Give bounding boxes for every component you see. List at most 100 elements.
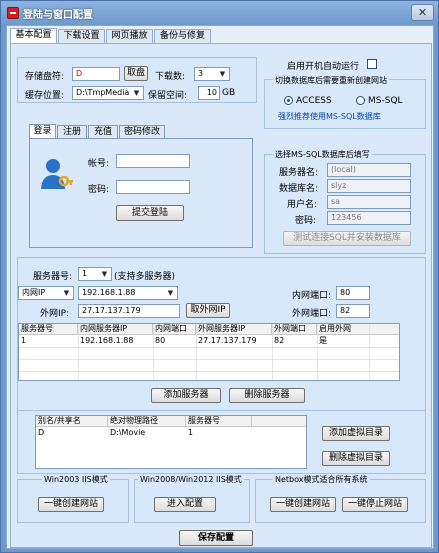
win2003-title: Win2003 IIS模式 <box>42 474 110 485</box>
extranet-ip-input[interactable]: 27.17.137.179 <box>78 304 180 318</box>
user-key-icon <box>40 157 74 193</box>
reserve-label: 保留空间: <box>148 91 188 101</box>
reserve-input[interactable]: 10 <box>198 86 220 100</box>
chevron-down-icon: ▼ <box>167 289 174 297</box>
table-cell[interactable]: 80 <box>153 335 196 346</box>
intranet-type-value: 内网IP <box>22 288 46 297</box>
vdir-table[interactable]: 别名/共享名 绝对物理路径 服务器号 D D:\Movie 1 <box>35 415 307 469</box>
tab-web-playback[interactable]: 网页播放 <box>106 29 153 43</box>
cache-select[interactable]: D:\TmpMedia ▼ <box>72 86 144 100</box>
recommend-mssql-link[interactable]: 强烈推荐使用MS-SQL数据库 <box>278 111 381 122</box>
download-count-value: 3 <box>198 69 204 78</box>
col-header[interactable]: 服务器号 <box>186 416 252 427</box>
access-radio[interactable] <box>284 96 293 105</box>
password-input[interactable] <box>116 180 190 194</box>
tab-download-settings[interactable]: 下载设置 <box>58 29 105 43</box>
mssql-radio[interactable] <box>356 96 365 105</box>
db-user-input[interactable]: sa <box>327 195 411 209</box>
reserve-unit: GB <box>222 88 236 98</box>
drive-button[interactable]: 取盘 <box>124 66 148 81</box>
extranet-port-label: 外网端口: <box>292 309 332 319</box>
netbox-stop-site-button[interactable]: 一键停止网站 <box>342 497 408 512</box>
table-cell[interactable]: 是 <box>317 335 369 346</box>
win2008-config-button[interactable]: 进入配置 <box>154 497 216 512</box>
col-header[interactable]: 外网服务器IP <box>196 324 272 335</box>
intranet-ip-select[interactable]: 192.168.1.88 ▼ <box>78 286 178 300</box>
table-cell[interactable]: 82 <box>272 335 317 346</box>
win2008-group: 进入配置 <box>134 479 250 523</box>
download-count-label: 下载数: <box>155 72 186 82</box>
netbox-create-site-button[interactable]: 一键创建网站 <box>270 497 336 512</box>
tab-panel-basic: 存储盘符: D 取盘 下载数: 3 ▼ 缓存位置: D:\TmpMedia ▼ … <box>10 43 432 548</box>
server-no-value: 1 <box>82 269 88 278</box>
win2003-group: 一键创建网站 <box>17 479 129 523</box>
chevron-down-icon: ▼ <box>101 270 108 278</box>
table-cell[interactable]: 27.17.137.179 <box>196 335 272 346</box>
intranet-port-input[interactable]: 80 <box>336 286 370 300</box>
account-label: 帐号: <box>88 159 110 169</box>
drive-input[interactable]: D <box>72 67 120 81</box>
config-window: 登陆与窗口配置 ✕ 基本配置 下载设置 网页播放 备份与修复 存储盘符: D 取… <box>0 0 439 553</box>
tab-backup-repair[interactable]: 备份与修复 <box>154 29 211 43</box>
col-header[interactable]: 内网服务器IP <box>78 324 153 335</box>
add-server-button[interactable]: 添加服务器 <box>151 388 221 403</box>
login-tab-register[interactable]: 注册 <box>57 125 87 138</box>
col-header[interactable]: 绝对物理路径 <box>108 416 186 427</box>
submit-login-button[interactable]: 提交登陆 <box>116 205 184 221</box>
win2003-create-site-button[interactable]: 一键创建网站 <box>38 497 104 512</box>
server-table[interactable]: 服务器号 内网服务器IP 内网端口 外网服务器IP 外网端口 启用外网 1 19… <box>18 323 400 381</box>
title-bar[interactable]: 登陆与窗口配置 ✕ <box>1 1 438 25</box>
app-icon <box>7 7 19 19</box>
autorun-checkbox[interactable] <box>367 59 377 69</box>
col-header[interactable]: 服务器号 <box>19 324 78 335</box>
login-tab-recharge[interactable]: 充值 <box>88 125 118 138</box>
add-vdir-button[interactable]: 添加虚拟目录 <box>322 426 390 441</box>
tab-basic-config[interactable]: 基本配置 <box>10 28 57 44</box>
table-cell[interactable]: 1 <box>19 335 78 346</box>
server-name-label: 服务器名: <box>279 168 319 178</box>
win2008-title: Win2008/Win2012 IIS模式 <box>138 474 244 485</box>
table-cell[interactable]: D <box>36 427 108 438</box>
login-panel: 帐号: 密码: 提交登陆 <box>29 138 253 248</box>
col-header <box>252 416 306 427</box>
chevron-down-icon: ▼ <box>133 89 140 97</box>
vdir-group: 别名/共享名 绝对物理路径 服务器号 D D:\Movie 1 添加虚拟目录 删… <box>17 410 426 474</box>
intranet-ip-value: 192.168.1.88 <box>82 288 136 297</box>
chevron-down-icon: ▼ <box>219 70 226 78</box>
chevron-down-icon: ▼ <box>63 289 70 297</box>
table-cell[interactable]: 192.168.1.88 <box>78 335 153 346</box>
intranet-type-select[interactable]: 内网IP ▼ <box>18 286 74 300</box>
server-no-select[interactable]: 1 ▼ <box>78 267 112 281</box>
db-password-input[interactable]: 123456 <box>327 211 411 225</box>
fetch-extranet-ip-button[interactable]: 取外网IP <box>186 303 230 318</box>
cache-value: D:\TmpMedia <box>76 88 130 97</box>
col-header[interactable]: 别名/共享名 <box>36 416 108 427</box>
mssql-group-title: 选择MS-SQL数据库后填写 <box>273 149 372 160</box>
db-name-input[interactable]: slyz <box>327 179 411 193</box>
db-user-label: 用户名: <box>287 200 318 210</box>
db-name-label: 数据库名: <box>279 184 319 194</box>
download-count-select[interactable]: 3 ▼ <box>194 67 230 81</box>
server-name-input[interactable]: (local) <box>327 163 411 177</box>
account-input[interactable] <box>116 154 190 168</box>
autorun-label: 启用开机自动运行 <box>287 62 360 72</box>
delete-server-button[interactable]: 删除服务器 <box>229 388 305 403</box>
table-cell[interactable]: D:\Movie <box>108 427 186 438</box>
col-header[interactable]: 外网端口 <box>272 324 317 335</box>
mssql-label: MS-SQL <box>368 96 403 106</box>
extranet-port-input[interactable]: 82 <box>336 304 370 318</box>
col-header[interactable]: 内网端口 <box>153 324 196 335</box>
login-tab-login[interactable]: 登录 <box>29 124 56 138</box>
save-config-button[interactable]: 保存配置 <box>179 530 253 546</box>
multi-server-note: (支持多服务器) <box>114 272 176 282</box>
close-button[interactable]: ✕ <box>411 4 434 21</box>
login-tab-change-password[interactable]: 密码修改 <box>119 125 165 138</box>
netbox-group: 一键创建网站 一键停止网站 <box>255 479 426 523</box>
mssql-group: 服务器名: (local) 数据库名: slyz 用户名: sa 密码: 123… <box>264 154 426 254</box>
db-password-label: 密码: <box>295 216 317 226</box>
extranet-ip-label: 外网IP: <box>40 309 70 319</box>
table-cell[interactable]: 1 <box>186 427 252 438</box>
delete-vdir-button[interactable]: 删除虚拟目录 <box>322 451 390 466</box>
col-header[interactable]: 启用外网 <box>317 324 399 335</box>
test-sql-button[interactable]: 测试连接SQL并安装数据库 <box>283 231 411 246</box>
